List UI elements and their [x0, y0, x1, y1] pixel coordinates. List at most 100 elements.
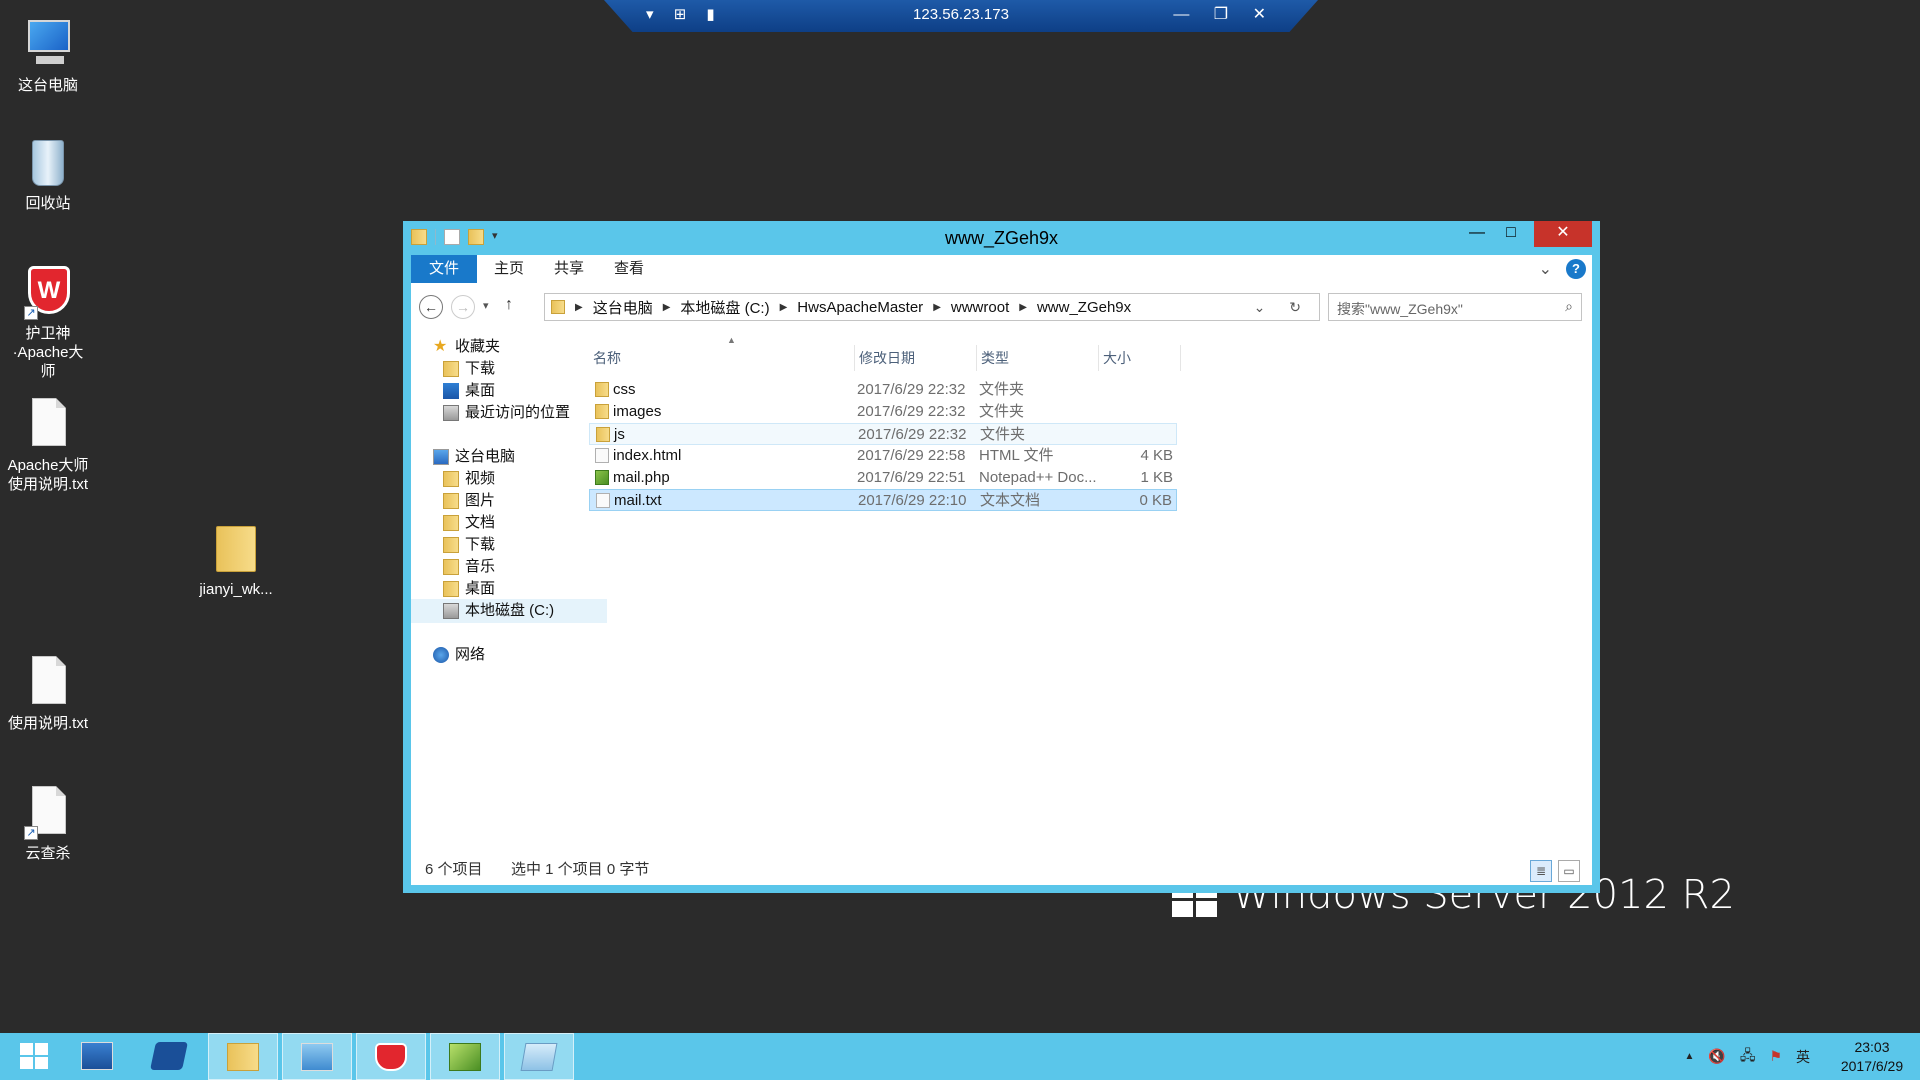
tab-share[interactable]: 共享	[543, 255, 595, 283]
taskbar-remote-desktop[interactable]	[282, 1033, 352, 1080]
desktop-icon-label: Apache大师使用说明.txt	[7, 457, 89, 493]
desktop-icon-jianyi-folder[interactable]: jianyi_wk...	[188, 520, 284, 599]
documents-folder-icon	[443, 515, 459, 531]
breadcrumb-wwwroot[interactable]: wwwroot	[951, 299, 1009, 316]
taskbar-notepadpp[interactable]	[430, 1033, 500, 1080]
desktop-icon-label: 使用说明.txt	[7, 715, 88, 732]
breadcrumb-current-folder[interactable]: www_ZGeh9x	[1037, 299, 1131, 316]
taskbar-server-manager[interactable]	[62, 1033, 132, 1080]
taskbar-huweishen[interactable]	[356, 1033, 426, 1080]
action-center-icon[interactable]: ⚑	[1769, 1048, 1782, 1065]
nav-favorites-desktop[interactable]: 桌面	[443, 379, 495, 403]
remote-desktop-icon	[301, 1043, 333, 1071]
address-bar[interactable]: ▶ 这台电脑 ▶ 本地磁盘 (C:) ▶ HwsApacheMaster ▶ w…	[544, 293, 1320, 321]
tab-file[interactable]: 文件	[411, 255, 477, 283]
up-button[interactable]: ↑	[505, 296, 513, 314]
breadcrumb-separator[interactable]: ▶	[933, 302, 941, 313]
search-icon[interactable]: ⌕	[1565, 298, 1573, 315]
nav-pc-videos[interactable]: 视频	[443, 467, 495, 491]
window-content: 文件 主页 共享 查看 ⌄ ? ← → ▾ ↑ ▶ 这台电脑 ▶ 本地磁盘 (C…	[411, 255, 1592, 885]
column-header-date[interactable]: 修改日期	[855, 345, 977, 371]
minimize-button[interactable]: —	[1460, 221, 1494, 247]
text-file-icon	[22, 654, 74, 710]
nav-this-pc[interactable]: 这台电脑	[433, 445, 515, 469]
network-icon[interactable]: 🖧	[1740, 1045, 1756, 1069]
nav-label: 最近访问的位置	[465, 404, 571, 421]
file-row[interactable]: images 2017/6/29 22:32 文件夹	[589, 401, 1177, 423]
column-header-size[interactable]: 大小	[1099, 345, 1181, 371]
breadcrumb-local-disk[interactable]: 本地磁盘 (C:)	[680, 297, 769, 318]
breadcrumb-this-pc[interactable]: 这台电脑	[593, 297, 653, 318]
connection-bar-window-controls[interactable]: — ❐ ✕	[1173, 4, 1276, 24]
nav-pc-documents[interactable]: 文档	[443, 511, 495, 535]
taskbar-notepad[interactable]	[504, 1033, 574, 1080]
large-icons-view-icon[interactable]: ▭	[1558, 860, 1580, 882]
window-titlebar[interactable]: ▾ www_ZGeh9x — □ ✕	[403, 221, 1600, 255]
desktop-icon-readme[interactable]: 使用说明.txt	[0, 654, 96, 733]
file-row-selected[interactable]: mail.txt 2017/6/29 22:10 文本文档 0 KB	[589, 489, 1177, 511]
desktop-icon-this-pc[interactable]: 这台电脑	[0, 16, 96, 95]
help-icon[interactable]: ?	[1566, 259, 1586, 279]
desktop-icon-label: 这台电脑	[17, 77, 78, 94]
column-header-name[interactable]: 名称	[589, 345, 855, 371]
input-method-icon[interactable]: 英	[1796, 1047, 1810, 1067]
forward-button[interactable]: →	[451, 295, 475, 319]
text-file-icon: ↗	[22, 784, 74, 840]
desktop-icon-label: 回收站	[25, 195, 71, 212]
recent-locations-button[interactable]: ▾	[483, 299, 489, 312]
desktop-icon-recycle-bin[interactable]: 回收站	[0, 134, 96, 213]
maximize-button[interactable]: □	[1494, 221, 1528, 247]
breadcrumb-separator[interactable]: ▶	[575, 302, 583, 313]
nav-favorites-recent[interactable]: 最近访问的位置	[443, 401, 570, 425]
desktop-icon-cloud-scan[interactable]: ↗ 云查杀	[0, 784, 96, 863]
file-row[interactable]: index.html 2017/6/29 22:58 HTML 文件 4 KB	[589, 445, 1177, 467]
nav-pc-downloads[interactable]: 下载	[443, 533, 495, 557]
file-size: 1 KB	[1140, 469, 1173, 486]
breadcrumb-separator[interactable]: ▶	[1019, 302, 1027, 313]
nav-pc-music[interactable]: 音乐	[443, 555, 495, 579]
folder-icon	[596, 427, 610, 442]
file-row[interactable]: mail.php 2017/6/29 22:51 Notepad++ Doc..…	[589, 467, 1177, 489]
remote-connection-bar[interactable]: ▾ ⊞ ▮ 123.56.23.173 — ❐ ✕	[604, 0, 1318, 32]
nav-favorites[interactable]: ★ 收藏夹	[433, 335, 500, 359]
tab-view[interactable]: 查看	[603, 255, 655, 283]
volume-icon[interactable]: 🔇	[1708, 1048, 1725, 1065]
file-size: 4 KB	[1140, 447, 1173, 464]
tab-home[interactable]: 主页	[483, 255, 535, 283]
recent-places-icon	[443, 405, 459, 421]
back-button[interactable]: ←	[419, 295, 443, 319]
search-input[interactable]: 搜索"www_ZGeh9x" ⌕	[1328, 293, 1582, 321]
network-icon	[433, 647, 449, 663]
close-button[interactable]: ✕	[1534, 221, 1592, 247]
start-button[interactable]	[0, 1033, 70, 1080]
desktop-icon-apache-readme[interactable]: Apache大师使用说明.txt	[0, 396, 96, 494]
show-hidden-icons-chevron-icon[interactable]: ▲	[1684, 1051, 1694, 1062]
breadcrumb-separator[interactable]: ▶	[780, 302, 788, 313]
taskbar-file-explorer[interactable]	[208, 1033, 278, 1080]
clock[interactable]: 23:03 2017/6/29	[1824, 1038, 1920, 1076]
desktop-icon-huweishen[interactable]: W ↗ 护卫神·Apache大师	[0, 264, 96, 381]
details-view-icon[interactable]: ≣	[1530, 860, 1552, 882]
nav-network[interactable]: 网络	[433, 643, 485, 667]
server-manager-icon	[81, 1042, 113, 1070]
file-row[interactable]: css 2017/6/29 22:32 文件夹	[589, 379, 1177, 401]
nav-pc-pictures[interactable]: 图片	[443, 489, 495, 513]
file-explorer-icon	[227, 1043, 259, 1071]
file-row[interactable]: js 2017/6/29 22:32 文件夹	[589, 423, 1177, 445]
huweishen-shield-icon	[375, 1043, 407, 1071]
address-dropdown-refresh[interactable]: ⌄ ↻	[1254, 299, 1311, 316]
taskbar-powershell[interactable]	[134, 1033, 204, 1080]
nav-pc-local-disk[interactable]: 本地磁盘 (C:)	[411, 599, 607, 623]
nav-favorites-downloads[interactable]: 下载	[443, 357, 495, 381]
nav-pc-desktop[interactable]: 桌面	[443, 577, 495, 601]
expand-ribbon-icon[interactable]: ⌄	[1539, 259, 1552, 279]
breadcrumb-separator[interactable]: ▶	[663, 302, 671, 313]
status-bar: 6 个项目 选中 1 个项目 0 字节 ≣ ▭	[411, 855, 1592, 885]
desktop-icon-label: 云查杀	[25, 845, 71, 862]
window-title: www_ZGeh9x	[944, 228, 1059, 248]
breadcrumb-hwsapachemaster[interactable]: HwsApacheMaster	[797, 299, 923, 316]
file-explorer-window[interactable]: ▾ www_ZGeh9x — □ ✕ 文件 主页 共享 查看 ⌄ ? ← → ▾…	[403, 221, 1600, 893]
powershell-icon	[150, 1042, 188, 1070]
column-header-type[interactable]: 类型	[977, 345, 1099, 371]
text-file-icon	[596, 493, 610, 508]
